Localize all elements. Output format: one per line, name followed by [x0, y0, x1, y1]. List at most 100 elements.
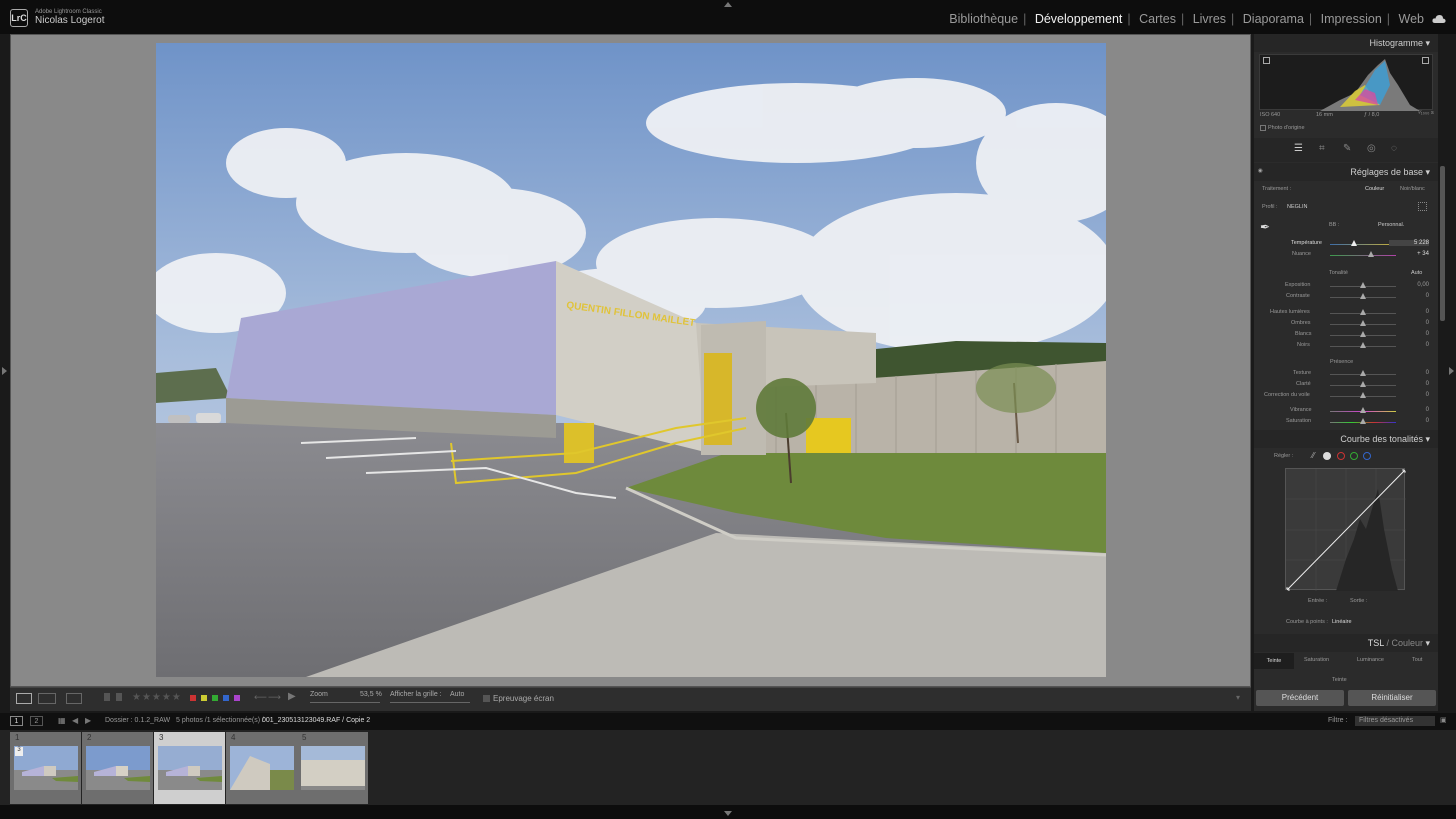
previous-button[interactable]: Précédent: [1256, 690, 1344, 706]
shadow-clip-icon[interactable]: [1263, 57, 1270, 64]
hsl-header[interactable]: TSL / Couleur ▾: [1254, 634, 1438, 652]
highlights-value[interactable]: 0: [1389, 309, 1429, 315]
parametric-curve-icon[interactable]: ⁄⁄: [1312, 451, 1315, 460]
treatment-color[interactable]: Couleur: [1365, 186, 1384, 192]
thumbnail-image[interactable]: [301, 746, 365, 790]
red-curve-icon[interactable]: [1337, 452, 1345, 460]
filmstrip-cell[interactable]: 4: [226, 732, 297, 804]
thumbnail-image[interactable]: [158, 746, 222, 790]
tint-value[interactable]: + 34: [1389, 251, 1429, 257]
module-library[interactable]: Bibliothèque: [949, 12, 1018, 26]
left-panel-toggle-icon[interactable]: [2, 367, 7, 375]
flag-icon[interactable]: [104, 693, 110, 701]
clarity-value[interactable]: 0: [1389, 381, 1429, 387]
filmstrip-cell-selected[interactable]: 3: [154, 732, 225, 804]
shadows-thumb[interactable]: [1360, 320, 1366, 326]
cloud-sync-icon[interactable]: [1432, 14, 1446, 24]
screen1-button[interactable]: 1: [10, 716, 23, 726]
photo-canvas[interactable]: QUENTIN FILLON MAILLET: [10, 34, 1251, 687]
reset-button[interactable]: Réinitialiser: [1348, 690, 1436, 706]
color-label-yellow[interactable]: [201, 695, 207, 701]
next-photo-icon[interactable]: ⟶: [268, 692, 281, 703]
color-label-red[interactable]: [190, 695, 196, 701]
edit-sliders-icon[interactable]: ☰: [1294, 143, 1303, 154]
filmstrip-cell[interactable]: 5: [297, 732, 368, 804]
dehaze-thumb[interactable]: [1360, 392, 1366, 398]
clarity-thumb[interactable]: [1360, 381, 1366, 387]
redeye-icon[interactable]: ◎: [1367, 143, 1376, 154]
color-label-purple[interactable]: [234, 695, 240, 701]
tint-thumb[interactable]: [1368, 251, 1374, 257]
wb-value[interactable]: Personnal.: [1378, 222, 1404, 228]
profile-browser-icon[interactable]: [1418, 202, 1427, 211]
filmstrip-cell[interactable]: 1 3: [10, 732, 81, 804]
folder-source[interactable]: Dossier : 0.1.2_RAW: [105, 717, 170, 724]
module-web[interactable]: Web: [1399, 12, 1424, 26]
original-photo-checkbox[interactable]: [1260, 125, 1266, 131]
tone-curve-graph[interactable]: [1284, 467, 1408, 593]
filter-dropdown[interactable]: Filtres désactivés: [1355, 716, 1435, 726]
hsl-tab-all[interactable]: Tout: [1412, 657, 1422, 663]
highlights-thumb[interactable]: [1360, 309, 1366, 315]
contrast-value[interactable]: 0: [1389, 293, 1429, 299]
contrast-thumb[interactable]: [1360, 293, 1366, 299]
previous-photo-icon[interactable]: ⟵: [254, 692, 267, 703]
module-slideshow[interactable]: Diaporama: [1243, 12, 1304, 26]
green-curve-icon[interactable]: [1350, 452, 1358, 460]
hsl-tab-luminance[interactable]: Luminance: [1357, 657, 1384, 663]
module-develop[interactable]: Développement: [1035, 12, 1123, 26]
temperature-slider[interactable]: [1330, 244, 1396, 245]
hsl-tab-hue[interactable]: Teinte: [1254, 653, 1294, 669]
shadows-value[interactable]: 0: [1389, 320, 1429, 326]
module-map[interactable]: Cartes: [1139, 12, 1176, 26]
color-label-green[interactable]: [212, 695, 218, 701]
histogram-graph[interactable]: [1259, 54, 1433, 111]
reject-flag-icon[interactable]: [116, 693, 122, 701]
collapse-bottom-icon[interactable]: [724, 811, 732, 816]
back-arrow-icon[interactable]: ◀: [72, 716, 78, 725]
screen2-button[interactable]: 2: [30, 716, 43, 726]
point-curve-value[interactable]: Linéaire: [1332, 619, 1352, 625]
vibrance-value[interactable]: 0: [1389, 407, 1429, 413]
photo-preview[interactable]: QUENTIN FILLON MAILLET: [156, 43, 1106, 677]
temperature-thumb[interactable]: [1351, 240, 1357, 246]
dehaze-value[interactable]: 0: [1389, 392, 1429, 398]
auto-tone-button[interactable]: Auto: [1411, 270, 1422, 276]
color-label-blue[interactable]: [223, 695, 229, 701]
module-book[interactable]: Livres: [1193, 12, 1226, 26]
right-panel-scrollbar[interactable]: [1440, 166, 1445, 321]
texture-thumb[interactable]: [1360, 370, 1366, 376]
crop-icon[interactable]: ⌗: [1319, 143, 1325, 154]
blacks-value[interactable]: 0: [1389, 342, 1429, 348]
highlight-clip-icon[interactable]: [1422, 57, 1429, 64]
collapse-top-icon[interactable]: [724, 2, 732, 7]
exposure-value[interactable]: 0,00: [1389, 282, 1429, 288]
thumbnail-image[interactable]: [86, 746, 150, 790]
grid-value[interactable]: Auto: [450, 691, 464, 698]
filmstrip-cell[interactable]: 2: [82, 732, 153, 804]
filter-lock-icon[interactable]: ▣: [1440, 716, 1447, 724]
yy-view-icon[interactable]: [66, 693, 82, 704]
histogram-header[interactable]: Histogramme ▾: [1254, 34, 1438, 52]
heal-icon[interactable]: ✎: [1343, 143, 1351, 154]
toolbar-menu-icon[interactable]: ▾: [1236, 693, 1240, 702]
eyedropper-icon[interactable]: ✒: [1260, 220, 1270, 234]
rgb-curve-icon[interactable]: [1323, 452, 1331, 460]
treatment-bw[interactable]: Noir/blanc: [1400, 186, 1425, 192]
saturation-thumb[interactable]: [1360, 418, 1366, 424]
before-after-view-icon[interactable]: [38, 693, 56, 704]
blue-curve-icon[interactable]: [1363, 452, 1371, 460]
loupe-view-icon[interactable]: [16, 693, 32, 704]
thumbnail-image[interactable]: [230, 746, 294, 790]
current-filename[interactable]: 001_230513123049.RAF / Copie 2: [262, 717, 370, 724]
exposure-thumb[interactable]: [1360, 282, 1366, 288]
whites-value[interactable]: 0: [1389, 331, 1429, 337]
thumbnail-image[interactable]: [14, 746, 78, 790]
tint-slider[interactable]: [1330, 255, 1396, 256]
hsl-tab-saturation[interactable]: Saturation: [1304, 657, 1329, 663]
vibrance-thumb[interactable]: [1360, 407, 1366, 413]
blacks-thumb[interactable]: [1360, 342, 1366, 348]
whites-thumb[interactable]: [1360, 331, 1366, 337]
temperature-value[interactable]: 5 228: [1389, 240, 1429, 246]
right-panel-toggle-icon[interactable]: [1449, 367, 1454, 375]
